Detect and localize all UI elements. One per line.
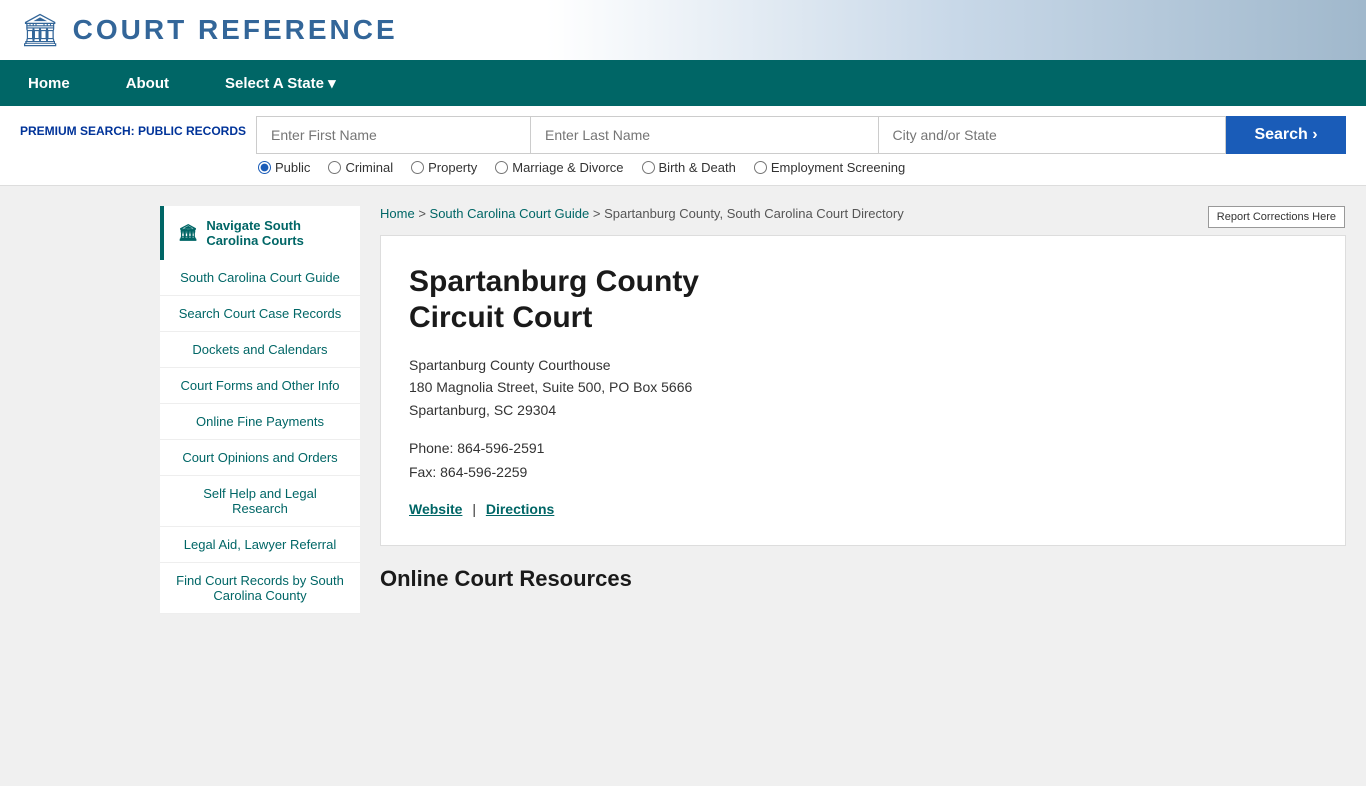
search-inputs-area: Search › Public Criminal Property Marria…: [256, 116, 1346, 175]
first-name-input[interactable]: [256, 116, 530, 154]
logo-text: COURT REFERENCE: [73, 14, 398, 46]
main-content: Home > South Carolina Court Guide > Spar…: [380, 206, 1346, 766]
court-phone-number: Phone: 864-596-2591: [409, 440, 544, 456]
nav-about[interactable]: About: [98, 61, 197, 106]
court-address-line2: Spartanburg, SC 29304: [409, 402, 556, 418]
breadcrumb-home[interactable]: Home: [380, 206, 415, 221]
sidebar-item-find-court-records[interactable]: Find Court Records by South Carolina Cou…: [160, 563, 360, 614]
sidebar-item-court-opinions[interactable]: Court Opinions and Orders: [160, 440, 360, 476]
court-fax-number: Fax: 864-596-2259: [409, 464, 527, 480]
sidebar-header: 🏛 Navigate South Carolina Courts: [160, 206, 360, 260]
sidebar-item-self-help[interactable]: Self Help and Legal Research: [160, 476, 360, 527]
court-directions-link[interactable]: Directions: [486, 501, 554, 517]
radio-employment-screening[interactable]: Employment Screening: [754, 160, 905, 175]
courthouse-icon: 🏛: [178, 223, 198, 243]
sidebar-item-court-forms[interactable]: Court Forms and Other Info: [160, 368, 360, 404]
sidebar-item-legal-aid[interactable]: Legal Aid, Lawyer Referral: [160, 527, 360, 563]
nav-select-state[interactable]: Select A State ▾: [197, 60, 364, 106]
logo-area: 🏛 COURT REFERENCE: [20, 11, 398, 49]
search-bar: PREMIUM SEARCH: PUBLIC RECORDS Search › …: [0, 106, 1366, 186]
court-card: Report Corrections Here Spartanburg Coun…: [380, 235, 1346, 546]
search-fields-row: Search ›: [256, 116, 1346, 154]
premium-label: PREMIUM SEARCH: PUBLIC RECORDS: [20, 124, 246, 140]
radio-row: Public Criminal Property Marriage & Divo…: [256, 160, 1346, 175]
radio-property[interactable]: Property: [411, 160, 477, 175]
report-corrections-button[interactable]: Report Corrections Here: [1208, 206, 1345, 228]
pipe-separator: |: [472, 501, 476, 517]
nav-bar: Home About Select A State ▾: [0, 60, 1366, 106]
radio-marriage-divorce[interactable]: Marriage & Divorce: [495, 160, 623, 175]
court-website-link[interactable]: Website: [409, 501, 462, 517]
court-links: Website | Directions: [409, 501, 1317, 517]
sidebar: 🏛 Navigate South Carolina Courts South C…: [160, 206, 360, 766]
sidebar-item-online-fines[interactable]: Online Fine Payments: [160, 404, 360, 440]
radio-public[interactable]: Public: [258, 160, 310, 175]
sidebar-item-dockets[interactable]: Dockets and Calendars: [160, 332, 360, 368]
search-button[interactable]: Search ›: [1226, 116, 1346, 154]
court-phone: Phone: 864-596-2591 Fax: 864-596-2259: [409, 437, 1317, 485]
court-building-name: Spartanburg County Courthouse: [409, 357, 611, 373]
court-title: Spartanburg County Circuit Court: [409, 264, 1317, 336]
last-name-input[interactable]: [530, 116, 879, 154]
sidebar-header-label: Navigate South Carolina Courts: [206, 218, 346, 248]
breadcrumb-current: Spartanburg County, South Carolina Court…: [604, 206, 904, 221]
logo-icon: 🏛: [20, 11, 61, 49]
city-state-input[interactable]: [879, 116, 1227, 154]
sidebar-item-search-court-case[interactable]: Search Court Case Records: [160, 296, 360, 332]
online-resources-title: Online Court Resources: [380, 566, 1346, 592]
breadcrumb: Home > South Carolina Court Guide > Spar…: [380, 206, 1346, 221]
court-address-line1: 180 Magnolia Street, Suite 500, PO Box 5…: [409, 379, 692, 395]
radio-criminal[interactable]: Criminal: [328, 160, 393, 175]
sidebar-item-sc-court-guide[interactable]: South Carolina Court Guide: [160, 260, 360, 296]
breadcrumb-sc-guide[interactable]: South Carolina Court Guide: [430, 206, 590, 221]
radio-birth-death[interactable]: Birth & Death: [642, 160, 736, 175]
nav-home[interactable]: Home: [0, 61, 98, 106]
court-address: Spartanburg County Courthouse 180 Magnol…: [409, 354, 1317, 421]
